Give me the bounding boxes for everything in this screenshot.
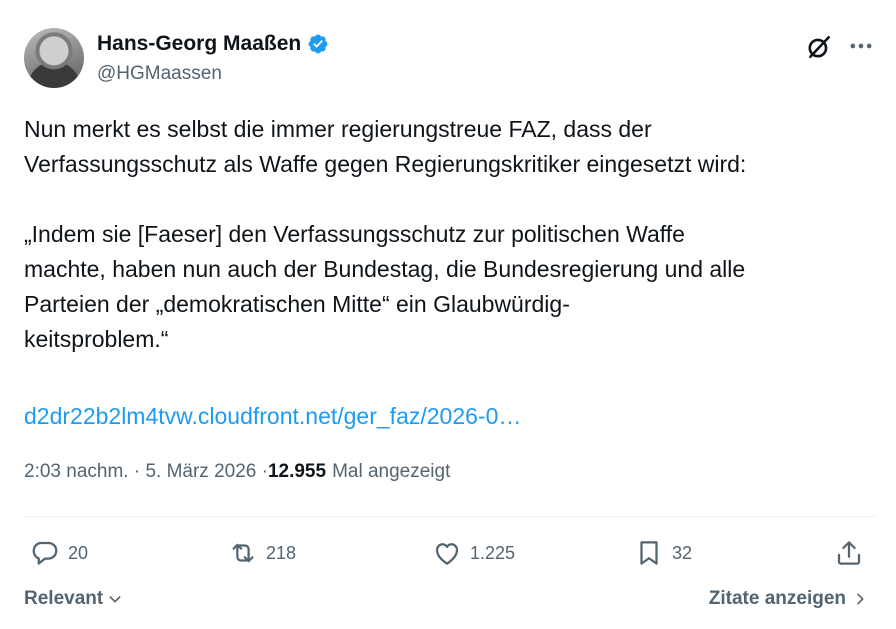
chevron-right-icon	[857, 593, 864, 605]
divider	[24, 516, 876, 517]
quotes-label: Zitate anzeigen	[708, 588, 846, 609]
author-name-row: Hans-Georg Maaßen	[97, 32, 329, 56]
repost-count: 218	[266, 542, 297, 563]
reply-count: 20	[68, 542, 89, 563]
tweet-meta: 2:03 nachm. · 5. März 2026 · 12.955 Mal …	[24, 461, 450, 483]
author-name[interactable]: Hans-Georg Maaßen	[97, 32, 301, 56]
view-quotes-link[interactable]: Zitate anzeigen	[709, 588, 868, 610]
view-count-label: Mal angezeigt	[332, 461, 451, 482]
bookmark-count: 32	[672, 542, 693, 563]
repost-button[interactable]: 218	[228, 534, 296, 572]
like-button[interactable]: 1.225	[432, 534, 515, 572]
avatar[interactable]	[24, 28, 84, 88]
sort-label: Relevant	[24, 588, 104, 609]
tweet-timestamp[interactable]: 2:03 nachm. · 5. März 2026 ·	[24, 461, 268, 483]
author-handle[interactable]: @HGMaassen	[97, 63, 222, 85]
chevron-down-icon	[109, 596, 121, 603]
verified-badge-icon	[308, 34, 328, 54]
bookmark-icon	[640, 541, 658, 565]
reply-icon	[32, 541, 58, 565]
bookmark-button[interactable]: 32	[634, 534, 692, 572]
more-icon[interactable]	[847, 32, 875, 60]
tweet-link[interactable]: d2dr22b2lm4tvw.cloudfront.net/ger_faz/20…	[24, 399, 521, 434]
like-count: 1.225	[470, 542, 516, 563]
tweet-header: Hans-Georg Maaßen @HGMaassen	[24, 28, 876, 88]
view-count: 12.955	[267, 461, 327, 482]
tweet-text: Nun merkt es selbst die immer regierungs…	[24, 116, 747, 352]
share-icon	[837, 541, 861, 565]
reply-button[interactable]: 20	[30, 534, 88, 572]
share-button[interactable]	[834, 534, 864, 572]
action-bar: 20 218 1.225 32	[24, 534, 876, 572]
sort-dropdown[interactable]: Relevant	[24, 588, 123, 610]
grok-icon[interactable]	[806, 34, 832, 60]
repost-icon	[232, 543, 254, 563]
like-icon	[435, 543, 459, 565]
